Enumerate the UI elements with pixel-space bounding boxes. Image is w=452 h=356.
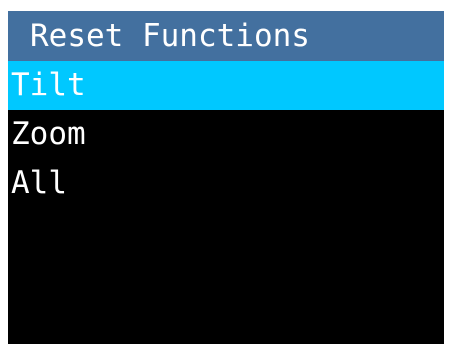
menu-item-all[interactable]: All <box>8 159 444 208</box>
menu-item-zoom[interactable]: Zoom <box>8 110 444 159</box>
reset-functions-menu: Tilt Zoom All <box>8 61 444 208</box>
device-screen: Reset Functions Tilt Zoom All <box>8 11 444 344</box>
menu-item-tilt[interactable]: Tilt <box>8 61 444 110</box>
menu-title: Reset Functions <box>8 11 444 61</box>
